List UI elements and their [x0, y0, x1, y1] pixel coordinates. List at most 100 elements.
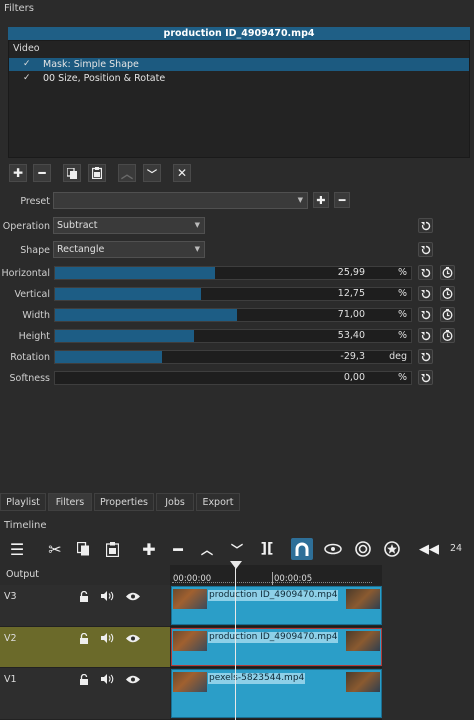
timeline-menu-button[interactable]: ☰ — [6, 538, 28, 560]
current-file-label: production ID_4909470.mp4 — [8, 27, 470, 40]
operation-combo[interactable]: Subtract ▼ — [53, 217, 205, 234]
track-lane-v1[interactable]: pexels-5823544.mp4 — [170, 668, 382, 720]
ripple-all-button[interactable] — [352, 538, 374, 560]
horizontal-reset-button[interactable] — [418, 265, 433, 280]
track-lane-v3[interactable]: production ID_4909470.mp4 — [170, 585, 382, 627]
output-label: Output — [6, 569, 39, 580]
filter-item-mask[interactable]: ✓ Mask: Simple Shape — [9, 58, 469, 71]
add-filter-button[interactable]: ✚ — [9, 164, 27, 182]
playhead-line[interactable] — [235, 568, 236, 720]
filter-list[interactable]: Video ✓ Mask: Simple Shape ✓ 00 Size, Po… — [8, 40, 470, 158]
horizontal-slider[interactable]: 25,99% — [54, 266, 412, 280]
slider-fill — [55, 288, 201, 300]
vertical-value[interactable]: 12,75 — [338, 288, 365, 300]
lock-track-button[interactable] — [79, 632, 89, 647]
playhead-marker[interactable] — [230, 561, 242, 569]
hide-track-button[interactable] — [126, 675, 140, 687]
copy-icon — [67, 167, 77, 179]
mute-track-button[interactable] — [101, 674, 115, 687]
lift-button[interactable]: ︿ — [196, 538, 218, 560]
move-filter-up-button[interactable]: ︿ — [118, 164, 136, 182]
width-keyframe-button[interactable] — [440, 307, 455, 322]
lock-icon — [80, 632, 88, 644]
clip-thumbnail-end — [346, 631, 380, 651]
tab-properties[interactable]: Properties — [94, 493, 154, 511]
height-reset-button[interactable] — [418, 328, 433, 343]
filter-item-size-position[interactable]: ✓ 00 Size, Position & Rotate — [9, 72, 469, 85]
clip-name: production ID_4909470.mp4 — [208, 590, 339, 601]
lock-track-button[interactable] — [79, 590, 89, 605]
horizontal-value[interactable]: 25,99 — [338, 267, 365, 279]
snap-button[interactable] — [291, 538, 313, 560]
down-icon: ﹀ — [147, 169, 157, 181]
horizontal-unit: % — [397, 267, 407, 278]
delete-preset-button[interactable]: ━ — [334, 192, 350, 208]
track-header-v2[interactable]: V2 — [0, 627, 170, 668]
mute-track-button[interactable] — [101, 633, 115, 646]
remove-filter-button[interactable]: ━ — [33, 164, 51, 182]
save-preset-button[interactable]: ✚ — [313, 192, 329, 208]
ripple-delete-button[interactable]: ━ — [167, 538, 189, 560]
timeline-clip[interactable]: production ID_4909470.mp4 — [171, 628, 382, 666]
track-header-v3[interactable]: V3 — [0, 585, 170, 627]
paste-filters-button[interactable] — [88, 164, 106, 182]
ripple-markers-button[interactable] — [381, 538, 403, 560]
remove-icon: ━ — [173, 539, 183, 559]
zoom-out-icon: ◀◀ — [419, 541, 439, 557]
track-header-v1[interactable]: V1 — [0, 668, 170, 720]
tab-export[interactable]: Export — [196, 493, 240, 511]
vertical-reset-button[interactable] — [418, 286, 433, 301]
overwrite-button[interactable]: ﹀ — [226, 538, 248, 560]
reset-icon — [420, 373, 430, 382]
zoom-out-button[interactable]: ◀◀ — [418, 538, 440, 560]
split-button[interactable]: ][ — [256, 538, 278, 560]
hide-track-button[interactable] — [126, 592, 140, 604]
height-keyframe-button[interactable] — [440, 328, 455, 343]
softness-reset-button[interactable] — [418, 370, 433, 385]
filter-enabled-checkbox[interactable]: ✓ — [23, 72, 31, 85]
timeline-clip[interactable]: production ID_4909470.mp4 — [171, 586, 382, 625]
rotation-reset-button[interactable] — [418, 349, 433, 364]
rotation-slider[interactable]: -29,3 deg — [54, 350, 412, 364]
timeline-ruler[interactable]: 00:00:00 00:00:05 — [170, 565, 382, 585]
track-lane-v2[interactable]: production ID_4909470.mp4 — [170, 627, 382, 668]
cut-button[interactable]: ✂ — [44, 538, 66, 560]
vertical-keyframe-button[interactable] — [440, 286, 455, 301]
split-icon: ][ — [260, 541, 274, 557]
height-value[interactable]: 53,40 — [338, 330, 365, 342]
width-reset-button[interactable] — [418, 307, 433, 322]
vertical-slider[interactable]: 12,75% — [54, 287, 412, 301]
filter-item-label: 00 Size, Position & Rotate — [43, 73, 166, 84]
deselect-filter-button[interactable]: ✕ — [173, 164, 191, 182]
height-slider[interactable]: 53,40% — [54, 329, 412, 343]
tab-playlist[interactable]: Playlist — [0, 493, 46, 511]
filter-enabled-checkbox[interactable]: ✓ — [23, 58, 31, 71]
scrub-button[interactable] — [322, 538, 344, 560]
preset-combo[interactable]: ▼ — [53, 192, 308, 209]
operation-reset-button[interactable] — [418, 218, 433, 233]
overwrite-icon: ﹀ — [230, 542, 243, 557]
softness-slider[interactable]: 0,00% — [54, 371, 412, 385]
shape-reset-button[interactable] — [418, 242, 433, 257]
reset-icon — [420, 331, 430, 340]
timeline-clip[interactable]: pexels-5823544.mp4 — [171, 669, 382, 718]
width-slider[interactable]: 71,00% — [54, 308, 412, 322]
chevron-down-icon: ▼ — [194, 221, 200, 229]
tab-filters[interactable]: Filters — [48, 493, 92, 511]
rotation-value[interactable]: -29,3 — [340, 351, 365, 363]
horizontal-keyframe-button[interactable] — [440, 265, 455, 280]
append-button[interactable]: ✚ — [138, 538, 160, 560]
lock-track-button[interactable] — [79, 673, 89, 688]
copy-filters-button[interactable] — [63, 164, 81, 182]
hide-track-button[interactable] — [126, 634, 140, 646]
width-value[interactable]: 71,00 — [338, 309, 365, 321]
shape-combo[interactable]: Rectangle ▼ — [53, 241, 205, 258]
move-filter-down-button[interactable]: ﹀ — [143, 164, 161, 182]
copy-icon — [76, 542, 89, 556]
softness-value[interactable]: 0,00 — [344, 372, 365, 384]
copy-button[interactable] — [72, 538, 94, 560]
mute-track-button[interactable] — [101, 591, 115, 604]
timeline-empty-area — [382, 565, 474, 720]
tab-jobs[interactable]: Jobs — [156, 493, 194, 511]
paste-button[interactable] — [101, 538, 123, 560]
